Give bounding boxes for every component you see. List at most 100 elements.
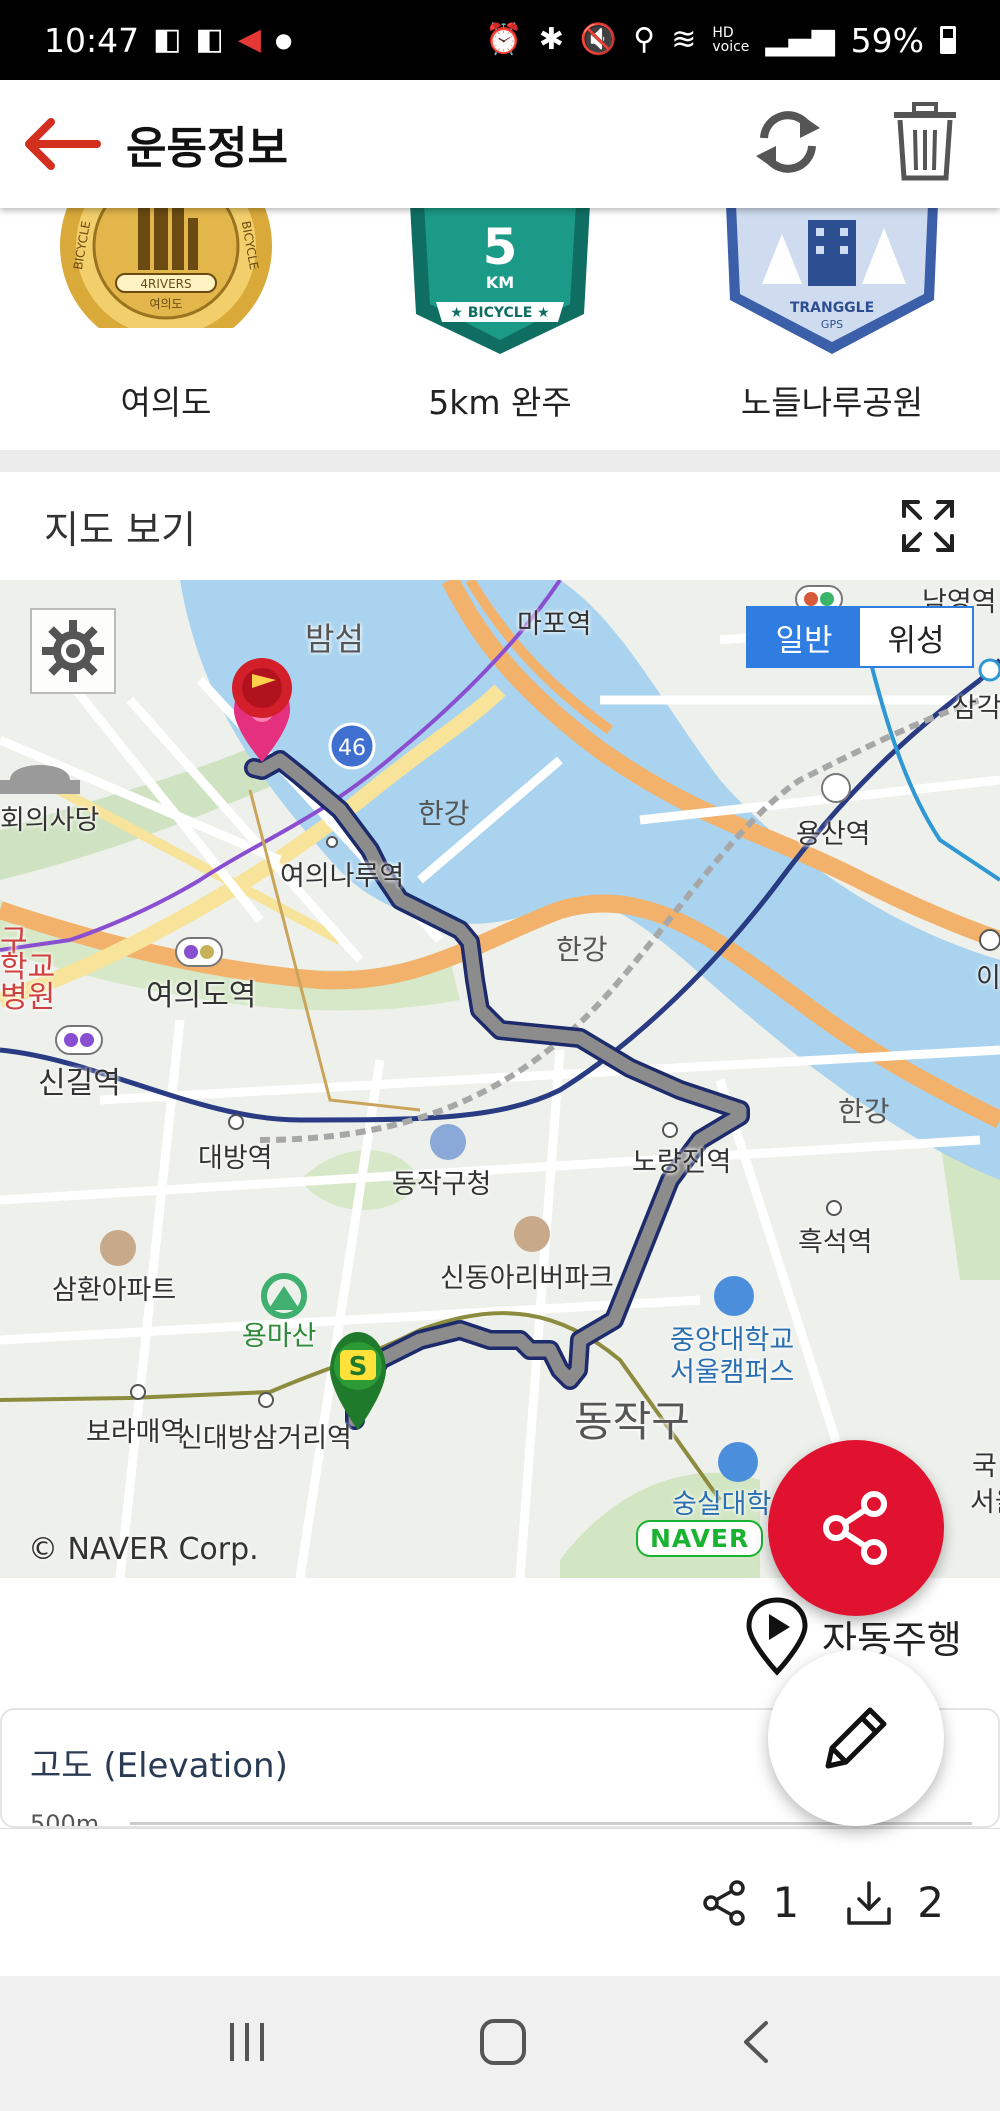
page-title: 운동정보 (126, 123, 288, 174)
play-pin-icon (746, 1597, 808, 1676)
section-divider (0, 450, 1000, 472)
map-label: 밤섬 (305, 620, 364, 658)
share-icon (823, 1491, 887, 1565)
map-label: 삼각 (952, 693, 1000, 724)
map-label: 신길역 (38, 1066, 121, 1101)
app-bar: 운동정보 (0, 80, 1000, 208)
mute-icon: 🔇 (579, 22, 618, 57)
alarm-icon: ⏰ (485, 22, 523, 57)
wifi-icon: ≋ (671, 22, 697, 57)
route-map[interactable]: 46 S 밤섬 마포역 남영역 삼각 회의사당 한강 여의나루역 용산역 한강 … (0, 580, 1000, 1578)
badge-number: 5 (483, 218, 518, 276)
map-type-normal[interactable]: 일반 (748, 608, 860, 666)
elevation-axis-label: 500m (30, 1810, 100, 1828)
download-icon (847, 1880, 892, 1925)
map-label: 용산역 (796, 819, 871, 850)
notification-icon: ◧ (153, 22, 182, 57)
map-type-toggle: 일반 위성 (746, 606, 974, 668)
recent-apps-button[interactable] (224, 2019, 270, 2069)
map-label: 여의나루역 (280, 861, 405, 892)
badge-emblem-text: 4RIVERS (140, 277, 191, 291)
map-label: 이 (976, 963, 1000, 994)
edit-button[interactable] (768, 1650, 944, 1826)
share-outline-icon (702, 1879, 745, 1926)
gear-icon (42, 620, 104, 682)
map-label: 마포역 (517, 609, 592, 640)
start-marker-label: S (349, 1352, 368, 1382)
map-copyright: © NAVER Corp. (28, 1532, 259, 1567)
battery-percent: 59% (850, 20, 924, 60)
expand-icon (902, 500, 954, 552)
map-label: 대방역 (198, 1143, 273, 1174)
bluetooth-icon: ✱ (538, 22, 564, 57)
fullscreen-button[interactable] (900, 498, 956, 554)
naver-logo: NAVER (636, 1520, 764, 1557)
map-label: 서울한 (970, 1487, 1000, 1518)
hd-voice-icon: HD voice (712, 26, 749, 54)
map-label: 삼환아파트 (52, 1275, 177, 1306)
map-label: 신대방삼거리역 (178, 1423, 352, 1454)
map-label: 한강 (838, 1095, 890, 1128)
back-button[interactable] (22, 109, 102, 179)
share-count: 1 (772, 1878, 800, 1927)
back-icon (744, 2020, 768, 2063)
nav-back-button[interactable] (736, 2017, 776, 2071)
status-time: 10:47 (44, 20, 140, 60)
map-label: 서울캠퍼스 (670, 1357, 795, 1388)
hd-label: HD (712, 25, 734, 41)
pencil-icon (825, 1707, 887, 1769)
badge-emblem-sub: GPS (821, 318, 843, 331)
elevation-title: 고도 (Elevation) (30, 1746, 288, 1786)
map-type-satellite[interactable]: 위성 (860, 608, 972, 666)
share-button[interactable] (768, 1440, 944, 1616)
map-label: 노량진역 (632, 1147, 732, 1178)
map-label: 국 (972, 1451, 997, 1482)
home-icon (480, 2018, 526, 2065)
badge-label: 노들나루공원 (740, 383, 924, 422)
home-button[interactable] (478, 2017, 528, 2071)
map-label: 용마산 (242, 1321, 317, 1352)
trash-icon (894, 102, 956, 181)
badge-emblem-sub: 여의도 (149, 297, 182, 311)
map-label: 신동아리버파크 (440, 1263, 614, 1294)
share-count-button[interactable]: 1 (701, 1878, 800, 1927)
refresh-button[interactable] (746, 100, 830, 188)
map-header: 지도 보기 (0, 472, 1000, 580)
map-label: 여의도역 (146, 978, 257, 1013)
voice-label: voice (712, 39, 750, 55)
system-nav-bar (0, 1976, 1000, 2111)
status-bar: 10:47 ◧ ◧ ◀ ● ⏰ ✱ 🔇 ⚲ ≋ HD voice ▂▄▆ 59% (0, 0, 1000, 80)
more-dot-icon: ● (274, 28, 293, 52)
badge-label: 여의도 (120, 383, 212, 422)
map-settings-button[interactable] (30, 608, 116, 694)
map-label: 회의사당 (0, 805, 100, 836)
map-label: 한강 (418, 797, 470, 830)
signal-icon: ▂▄▆ (765, 22, 835, 57)
notification-icon-2: ◧ (195, 22, 224, 57)
refresh-icon (756, 111, 820, 173)
badge-emblem-text: TRANGGLE (790, 300, 874, 316)
badge-banner: ★ BICYCLE ★ (450, 305, 549, 321)
battery-icon (940, 26, 956, 54)
map-label: 보라매역 (86, 1417, 186, 1448)
bottom-action-bar: 1 2 (0, 1828, 1000, 1976)
badge-row: 4RIVERS 여의도 BICYCLE BICYCLE 여의도 5 KM ★ B… (0, 178, 1000, 448)
megaphone-icon: ◀ (237, 22, 261, 57)
map-label: 동작구 (574, 1397, 690, 1446)
download-count-button[interactable]: 2 (845, 1878, 944, 1927)
road-shield-number: 46 (338, 736, 366, 761)
location-icon: ⚲ (633, 22, 656, 57)
download-count: 2 (917, 1878, 944, 1927)
map-label: 숭실대학 (672, 1489, 772, 1520)
recent-apps-icon (230, 2022, 264, 2061)
shield-badge-icon: 5 KM ★ BICYCLE ★ (410, 204, 590, 354)
badge-unit: KM (486, 273, 514, 292)
map-section-title: 지도 보기 (44, 507, 196, 552)
map-label: 병원 (0, 980, 56, 1015)
park-badge-icon: TRANGGLE GPS (726, 204, 938, 354)
badge-label: 5km 완주 (428, 383, 572, 422)
map-label: 한강 (556, 933, 608, 966)
map-label: 동작구청 (392, 1169, 492, 1200)
delete-button[interactable] (890, 102, 960, 186)
map-label: 흑석역 (798, 1227, 873, 1258)
